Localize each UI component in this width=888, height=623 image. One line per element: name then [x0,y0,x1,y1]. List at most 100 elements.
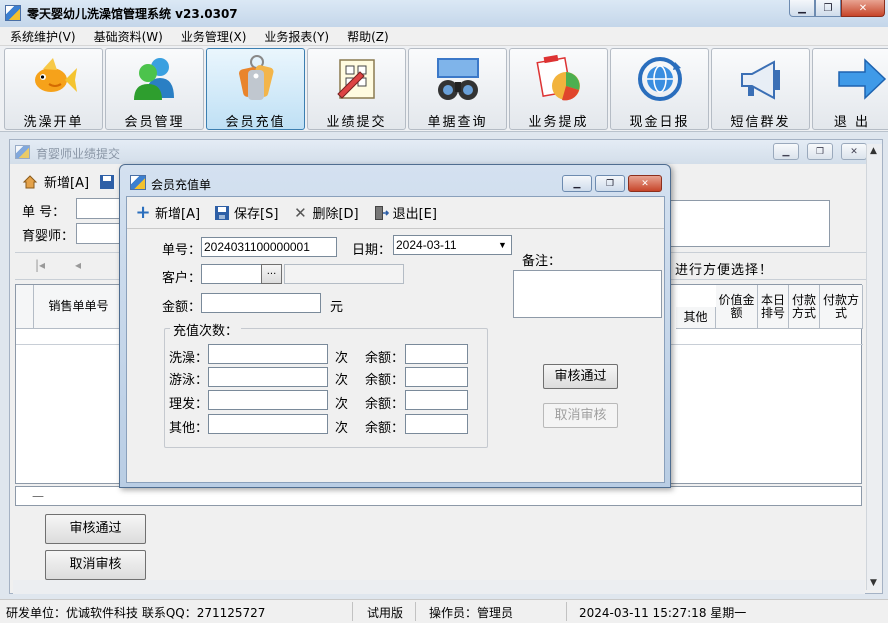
exit-label: 退出[E] [392,207,437,222]
customer-label: 客户： [162,271,202,286]
new-button[interactable]: + 新增[A] [135,202,201,223]
toolbar-label: 短信群发 [730,115,791,130]
restore-button[interactable]: ❐ [815,0,841,17]
amount-field[interactable] [201,293,321,313]
note-field[interactable] [670,200,830,247]
toolbar-label: 业绩提交 [326,115,387,130]
restore-button[interactable]: ❐ [807,143,833,160]
haircut-balance-field[interactable] [405,390,468,410]
restore-button[interactable]: ❐ [595,175,625,192]
menu-basic-data[interactable]: 基础资料(W) [85,28,172,45]
app-icon [5,5,21,21]
date-value: 2024-03-11 [396,238,457,252]
cancel-approve-button[interactable]: 取消审核 [45,550,146,580]
status-bar: 研发单位：优诚软件科技 联系QQ：271125727 试用版 操作员：管理员 2… [0,599,888,623]
horizontal-scrollbar[interactable] [13,580,865,594]
order-no-label: 单 号： [22,205,66,220]
chevron-down-icon[interactable]: ▼ [494,236,511,254]
toolbar-query-button[interactable]: 单据查询 [408,48,507,130]
note-field[interactable] [513,270,662,318]
scroll-down-icon[interactable]: ▼ [870,578,877,588]
close-button[interactable]: ✕ [841,143,867,160]
exit-button[interactable]: 退出[E] [373,203,437,222]
megaphone-icon [741,60,780,100]
customer-browse-button[interactable]: ... [261,264,282,284]
header-sales-no[interactable]: 销售单单号 [34,285,124,329]
swim-balance-field[interactable] [405,367,468,387]
times-unit: 次 [335,421,349,436]
order-no-field[interactable]: 2024031100000001 [201,237,337,257]
toolbar-sms-button[interactable]: 短信群发 [711,48,810,130]
house-icon [22,174,38,188]
menu-help[interactable]: 帮助(Z) [338,28,398,45]
toolbar-label: 洗澡开单 [23,115,84,130]
toolbar-commission-button[interactable]: 业务提成 [509,48,608,130]
toolbar-bath-order-button[interactable]: 洗澡开单 [4,48,103,130]
date-picker[interactable]: 2024-03-11 ▼ [393,235,512,255]
new-button[interactable]: 新增[A] [44,172,89,191]
app-title: 零天婴幼儿洗澡馆管理系统 v23.0307 [27,7,238,21]
footer-dash: — [32,489,44,503]
order-no-label: 单号： [162,243,202,258]
swim-times-field[interactable] [208,367,328,387]
vertical-scrollbar[interactable]: ▲ ▼ [866,144,882,590]
toolbar-recharge-button[interactable]: 会员充值 [206,48,305,130]
new-label: 新增[A] [155,207,201,222]
haircut-label: 理发： [169,397,209,412]
save-icon [215,205,230,220]
header-pay-method[interactable]: 付款方式 [789,285,820,329]
header-value-amount[interactable]: 价值金额 [716,285,758,329]
close-button[interactable]: ✕ [628,175,662,192]
notepad-icon [337,59,375,99]
dialog-title: 会员充值单 [151,178,212,192]
header-pay-method-2[interactable]: 付款方式 [820,285,863,329]
minimize-button[interactable]: ▁ [773,143,799,160]
toolbar-label: 会员管理 [124,115,185,130]
save-label: 保存[S] [234,207,279,222]
toolbar-performance-button[interactable]: 业绩提交 [307,48,406,130]
yuan-unit: 元 [330,300,344,315]
haircut-times-field[interactable] [208,390,328,410]
menu-business[interactable]: 业务管理(X) [172,28,256,45]
developer-info: 研发单位：优诚软件科技 联系QQ：271125727 [6,606,266,620]
save-button[interactable]: 保存[S] [214,203,278,222]
binoculars-icon [437,58,479,100]
menu-reports[interactable]: 业务报表(Y) [255,28,338,45]
bath-label: 洗澡： [169,351,209,366]
cancel-approve-button[interactable]: 取消审核 [543,403,618,428]
minimize-button[interactable]: ▁ [562,175,592,192]
first-record-icon[interactable]: |◂ [35,258,45,272]
balance-label: 余额： [365,373,405,388]
main-toolbar: 洗澡开单 会员管理 会员充值 业绩提交 单据查询 业务提成 现金日报 短信群发 … [0,46,888,132]
other-times-field[interactable] [208,414,328,434]
globe-refresh-icon [638,57,682,101]
other-balance-field[interactable] [405,414,468,434]
toolbar-member-button[interactable]: 会员管理 [105,48,204,130]
other-label: 其他： [169,421,209,436]
customer-name-field [284,264,404,284]
save-icon[interactable] [99,174,115,190]
toolbar-exit-button[interactable]: 退 出 [812,48,888,130]
nanny-label: 育婴师： [22,229,75,244]
bath-balance-field[interactable] [405,344,468,364]
delete-button[interactable]: ✕ 删除[D] [292,203,358,223]
customer-field[interactable] [201,264,262,284]
nanny-field[interactable] [76,223,124,244]
toolbar-cash-report-button[interactable]: 现金日报 [610,48,709,130]
menu-system[interactable]: 系统维护(V) [0,28,85,45]
minimize-button[interactable]: ▁ [789,0,815,17]
bath-times-field[interactable] [208,344,328,364]
approve-button[interactable]: 审核通过 [45,514,146,544]
toolbar-label: 单据查询 [427,115,488,130]
edition-label: 试用版 [367,606,404,620]
scroll-up-icon[interactable]: ▲ [870,146,877,156]
header-day-no[interactable]: 本日排号 [758,285,789,329]
order-no-field[interactable] [76,198,124,219]
window-toolbar: 新增[A] [22,172,115,191]
close-button[interactable]: ✕ [841,0,885,17]
approve-button[interactable]: 审核通过 [543,364,618,389]
dialog-body: + 新增[A] 保存[S] ✕ 删除[D] 退出[E] 单号： 20240311… [126,196,665,483]
header-other[interactable]: 其他 [676,307,716,329]
prev-record-icon[interactable]: ◂ [75,258,81,272]
toolbar-label: 现金日报 [629,115,690,130]
